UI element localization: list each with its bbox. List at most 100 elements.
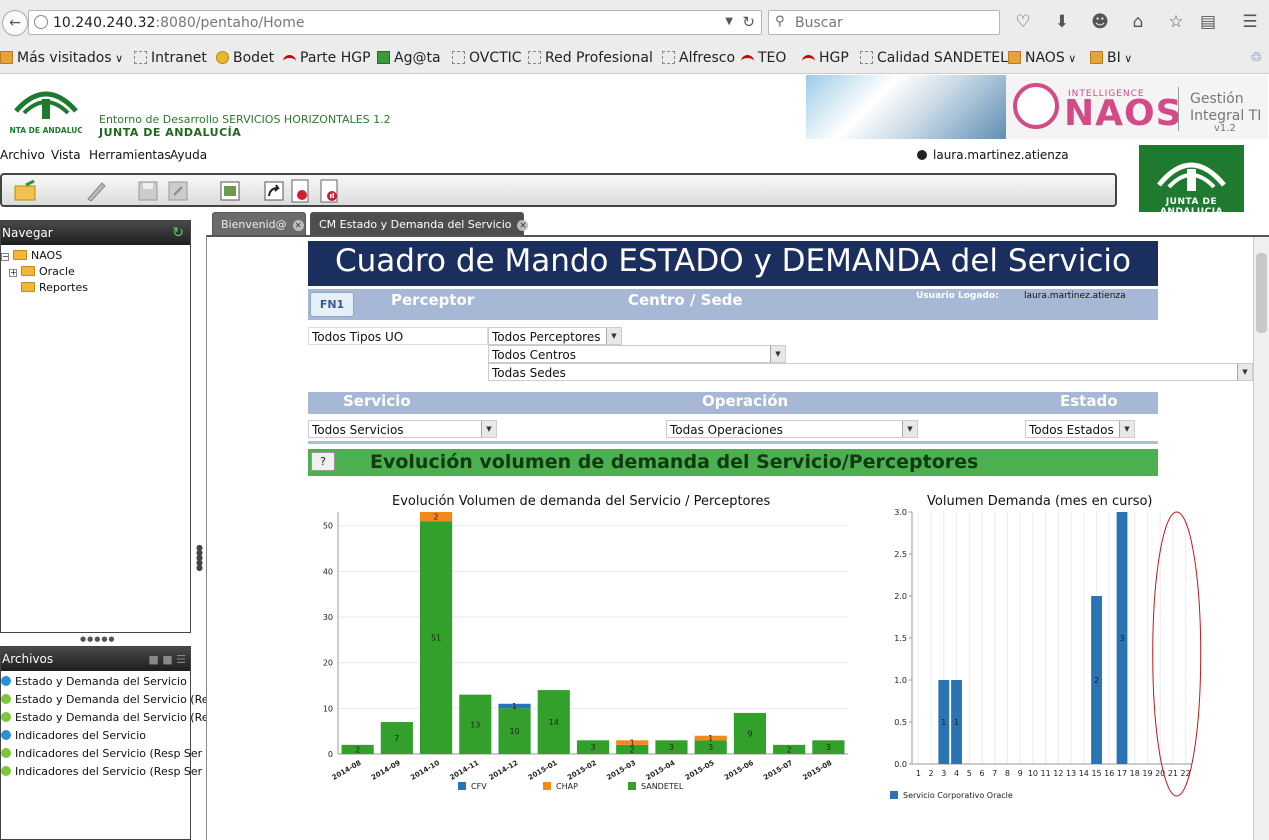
expander-icon[interactable]: − bbox=[1, 253, 9, 261]
back-button[interactable]: ← bbox=[2, 10, 28, 36]
x-tick-label: 2014-09 bbox=[370, 759, 402, 782]
bookmark-item[interactable]: TEO bbox=[741, 50, 786, 66]
bar-value-label: 1 bbox=[512, 702, 517, 711]
chevron-down-icon[interactable]: ▼ bbox=[1237, 364, 1252, 380]
tipos-uo-select[interactable]: Todos Tipos UO bbox=[308, 327, 488, 345]
menu-ayuda[interactable]: Ayuda bbox=[170, 148, 207, 162]
chevron-down-icon[interactable]: ▼ bbox=[1119, 421, 1134, 437]
new-report-icon[interactable] bbox=[289, 179, 313, 203]
junta-logo-icon: JUNTA DE ANDALUCIA bbox=[10, 91, 82, 135]
bookmark-label: Ag@ta bbox=[394, 50, 441, 66]
download-icon[interactable]: ⬇ bbox=[1052, 12, 1072, 32]
bookmark-item[interactable]: OVCTIC bbox=[452, 50, 522, 66]
bookmark-item[interactable]: NAOS ∨ bbox=[1008, 50, 1076, 66]
bookmark-item[interactable]: Calidad SANDETEL bbox=[860, 50, 1008, 66]
search-placeholder: Buscar bbox=[795, 15, 843, 31]
edit-pencil-icon[interactable] bbox=[84, 179, 108, 203]
share-icon[interactable] bbox=[262, 179, 286, 203]
bookmark-star-icon[interactable]: ☆ bbox=[1166, 12, 1186, 32]
fn1-button[interactable]: FN1 bbox=[310, 292, 354, 317]
help-button[interactable]: ? bbox=[311, 452, 335, 471]
reload-icon[interactable]: ↻ bbox=[742, 13, 755, 31]
toggle-browser-icon[interactable] bbox=[218, 179, 242, 203]
menu-herramientas[interactable]: Herramientas bbox=[89, 148, 171, 162]
x-tick-label: 2015-04 bbox=[645, 759, 677, 782]
bookmark-item[interactable]: Parte HGP bbox=[283, 50, 371, 66]
tab-cm-estado-demanda[interactable]: CM Estado y Demanda del Servicio ✕ bbox=[310, 212, 529, 235]
perceptores-select[interactable]: Todos Perceptores ▼ bbox=[488, 327, 622, 345]
file-item[interactable]: Estado y Demanda del Servicio (Re bbox=[1, 693, 209, 706]
horizontal-splitter[interactable]: ●●●●● bbox=[80, 635, 116, 643]
x-tick-label: 19 bbox=[1142, 769, 1152, 778]
chevron-down-icon: ∨ bbox=[111, 52, 124, 65]
url-field[interactable]: 10.240.240.32:8080/pentaho/Home ▼ ↻ bbox=[28, 10, 762, 35]
chevron-down-icon[interactable]: ▼ bbox=[606, 328, 621, 344]
bookmark-item[interactable]: Ag@ta bbox=[377, 50, 441, 66]
tab-label: Bienvenid@ bbox=[221, 218, 287, 231]
vertical-scrollbar[interactable] bbox=[1253, 237, 1269, 840]
sedes-value: Todas Sedes bbox=[492, 366, 566, 380]
tab-label: CM Estado y Demanda del Servicio bbox=[319, 218, 512, 231]
file-item[interactable]: Estado y Demanda del Servicio (Re bbox=[1, 711, 209, 724]
bookmark-item[interactable]: HGP bbox=[802, 50, 849, 66]
folder-icon bbox=[21, 282, 35, 292]
home-icon[interactable]: ⌂ bbox=[1128, 12, 1148, 32]
bookmark-item[interactable]: BI ∨ bbox=[1090, 50, 1132, 66]
tree-node-naos[interactable]: − NAOS bbox=[1, 249, 62, 262]
close-icon[interactable]: ✕ bbox=[292, 220, 304, 231]
bookmark-label: Alfresco bbox=[679, 50, 736, 66]
hamburger-menu-icon[interactable]: ☰ bbox=[1240, 12, 1260, 32]
bookmark-item[interactable]: Alfresco bbox=[662, 50, 735, 66]
menu-vista[interactable]: Vista bbox=[51, 148, 81, 162]
scrollbar-thumb[interactable] bbox=[1256, 253, 1267, 333]
overflow-icon[interactable]: ♲ bbox=[1250, 50, 1263, 66]
chevron-down-icon[interactable]: ▼ bbox=[902, 421, 917, 437]
x-tick-label: 18 bbox=[1130, 769, 1140, 778]
servicios-select[interactable]: Todos Servicios ▼ bbox=[308, 420, 497, 438]
bar-value-label: 3 bbox=[1119, 634, 1124, 643]
section-divider bbox=[308, 441, 1158, 444]
tree-node-oracle[interactable]: + Oracle bbox=[9, 265, 75, 278]
tab-bienvenido[interactable]: Bienvenid@ ✕ bbox=[212, 212, 306, 235]
bookmark-item[interactable]: Más visitados ∨ bbox=[0, 50, 123, 66]
centros-select[interactable]: Todos Centros ▼ bbox=[488, 345, 786, 363]
y-tick-label: 30 bbox=[323, 613, 333, 622]
open-folder-icon[interactable] bbox=[14, 179, 38, 203]
hello-icon[interactable]: ☻ bbox=[1090, 12, 1110, 32]
centros-value: Todos Centros bbox=[492, 348, 576, 362]
bookmark-item[interactable]: Intranet bbox=[134, 50, 207, 66]
save-as-icon[interactable] bbox=[166, 179, 190, 203]
bar-value-label: 10 bbox=[509, 727, 519, 736]
close-icon[interactable]: ✕ bbox=[517, 220, 529, 231]
chevron-down-icon[interactable]: ▼ bbox=[481, 421, 496, 437]
bookmark-item[interactable]: Bodet bbox=[216, 50, 274, 66]
app-toolbar bbox=[0, 173, 1117, 207]
y-tick-label: 20 bbox=[323, 659, 333, 668]
file-item[interactable]: Indicadores del Servicio (Resp Ser bbox=[1, 765, 202, 778]
logged-user: laura.martinez.atienza bbox=[917, 148, 1069, 162]
folder-icon bbox=[1008, 51, 1021, 64]
dashboard-title: Cuadro de Mando ESTADO y DEMANDA del Ser… bbox=[308, 241, 1158, 286]
sedes-select[interactable]: Todas Sedes ▼ bbox=[488, 363, 1253, 381]
file-item[interactable]: Indicadores del Servicio bbox=[1, 729, 146, 742]
file-item[interactable]: Estado y Demanda del Servicio bbox=[1, 675, 187, 688]
new-analysis-icon[interactable] bbox=[318, 179, 342, 203]
operaciones-select[interactable]: Todas Operaciones ▼ bbox=[666, 420, 918, 438]
chart1-title: Evolución Volumen de demanda del Servici… bbox=[392, 494, 771, 509]
pocket-icon[interactable]: ♡ bbox=[1013, 12, 1033, 32]
refresh-icon[interactable]: ↻ bbox=[172, 225, 184, 241]
save-icon[interactable] bbox=[136, 179, 160, 203]
vertical-splitter[interactable]: ● ● ● ● ● bbox=[196, 544, 203, 572]
reading-list-icon[interactable]: ▤ bbox=[1198, 12, 1218, 32]
bookmark-label: TEO bbox=[758, 50, 787, 66]
menu-archivo[interactable]: Archivo bbox=[0, 148, 45, 162]
chevron-down-icon[interactable]: ▼ bbox=[770, 346, 785, 362]
expander-icon[interactable]: + bbox=[9, 269, 17, 277]
estados-select[interactable]: Todos Estados ▼ bbox=[1025, 420, 1135, 438]
search-input[interactable]: ⚲ Buscar bbox=[768, 10, 1000, 35]
chevron-down-icon[interactable]: ▼ bbox=[725, 16, 733, 27]
tree-node-reportes[interactable]: Reportes bbox=[9, 281, 88, 294]
bookmark-item[interactable]: Red Profesional bbox=[528, 50, 653, 66]
files-panel-actions-icon[interactable]: ■ ■ ☰ bbox=[148, 653, 186, 666]
file-item[interactable]: Indicadores del Servicio (Resp Ser bbox=[1, 747, 202, 760]
